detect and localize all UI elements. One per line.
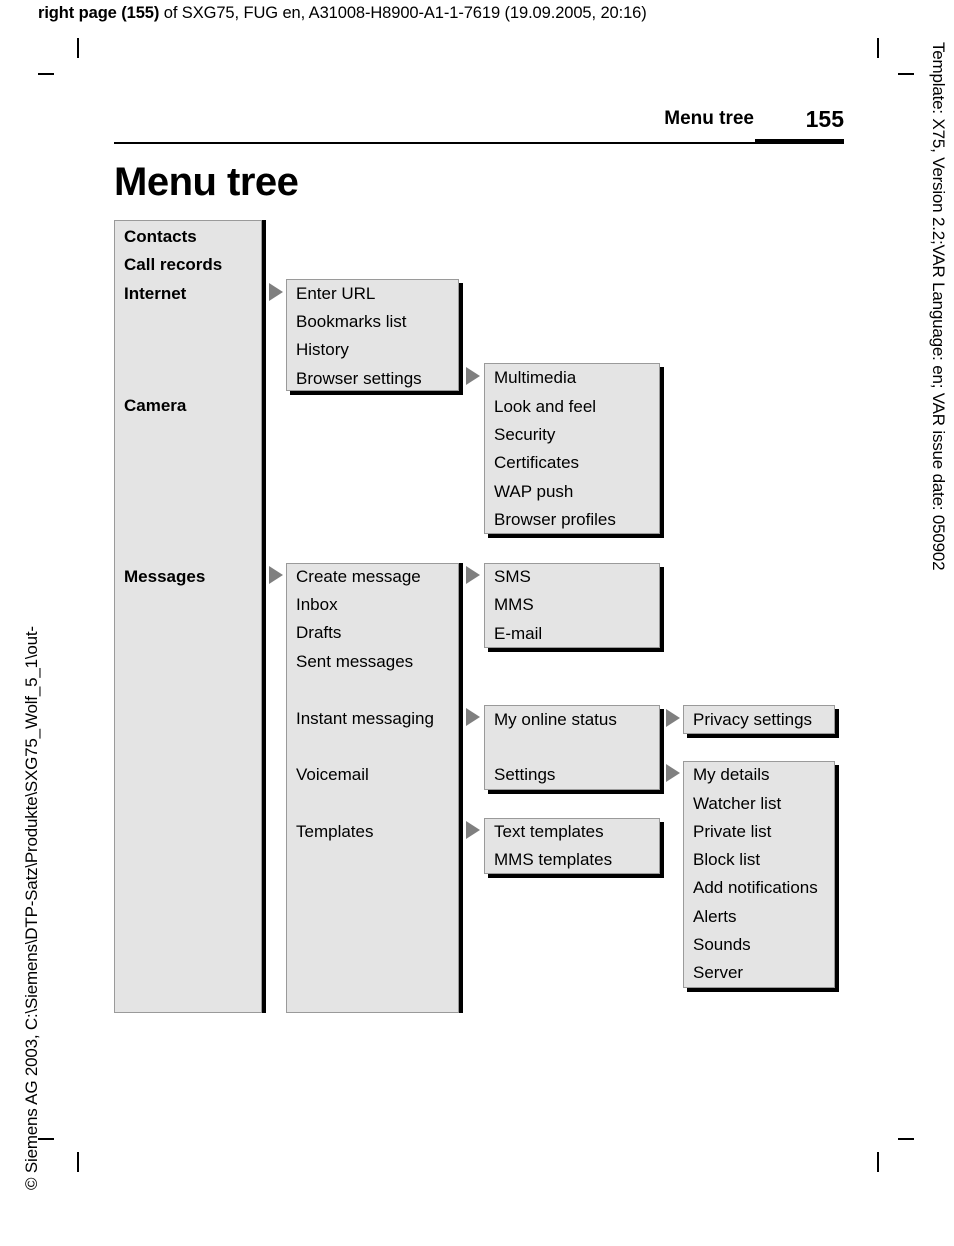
browser-setting-wap-push[interactable]: WAP push [494, 483, 573, 500]
messages-item-instant-messaging[interactable]: Instant messaging [296, 710, 434, 727]
messages-item-voicemail[interactable]: Voicemail [296, 766, 369, 783]
browser-setting-multimedia[interactable]: Multimedia [494, 369, 576, 386]
menu-item-messages[interactable]: Messages [124, 568, 205, 585]
arrow-messages-icon [269, 566, 283, 584]
template-item-mms-templates[interactable]: MMS templates [494, 851, 612, 868]
arrow-templates-icon [466, 821, 480, 839]
menu-item-camera[interactable]: Camera [124, 397, 186, 414]
arrow-instant-messaging-icon [466, 708, 480, 726]
internet-item-bookmarks-list[interactable]: Bookmarks list [296, 313, 407, 330]
im-setting-my-details[interactable]: My details [693, 766, 770, 783]
im-setting-alerts[interactable]: Alerts [693, 908, 736, 925]
internet-item-history[interactable]: History [296, 341, 349, 358]
im-setting-sounds[interactable]: Sounds [693, 936, 751, 953]
arrow-my-online-status-icon [666, 709, 680, 727]
messages-item-drafts[interactable]: Drafts [296, 624, 341, 641]
menu-tree-diagram: Contacts Call records Internet Camera Me… [0, 0, 954, 1246]
browser-setting-certificates[interactable]: Certificates [494, 454, 579, 471]
im-setting-private-list[interactable]: Private list [693, 823, 771, 840]
internet-item-enter-url[interactable]: Enter URL [296, 285, 375, 302]
menu-level1-box [114, 220, 262, 1013]
im-setting-watcher-list[interactable]: Watcher list [693, 795, 781, 812]
im-setting-server[interactable]: Server [693, 964, 743, 981]
im-item-settings[interactable]: Settings [494, 766, 555, 783]
im-item-my-online-status[interactable]: My online status [494, 711, 617, 728]
create-message-item-email[interactable]: E-mail [494, 625, 542, 642]
internet-item-browser-settings[interactable]: Browser settings [296, 370, 422, 387]
im-setting-block-list[interactable]: Block list [693, 851, 760, 868]
messages-item-templates[interactable]: Templates [296, 823, 373, 840]
arrow-browser-settings-icon [466, 367, 480, 385]
browser-setting-look-and-feel[interactable]: Look and feel [494, 398, 596, 415]
im-setting-add-notifications[interactable]: Add notifications [693, 879, 818, 896]
browser-settings-submenu-box [484, 363, 660, 534]
menu-item-contacts[interactable]: Contacts [124, 228, 197, 245]
browser-setting-security[interactable]: Security [494, 426, 555, 443]
arrow-im-settings-icon [666, 764, 680, 782]
create-message-item-sms[interactable]: SMS [494, 568, 531, 585]
messages-item-sent-messages[interactable]: Sent messages [296, 653, 413, 670]
template-item-text-templates[interactable]: Text templates [494, 823, 604, 840]
arrow-create-message-icon [466, 566, 480, 584]
browser-setting-browser-profiles[interactable]: Browser profiles [494, 511, 616, 528]
create-message-item-mms[interactable]: MMS [494, 596, 534, 613]
messages-item-create-message[interactable]: Create message [296, 568, 421, 585]
menu-item-call-records[interactable]: Call records [124, 256, 222, 273]
menu-item-internet[interactable]: Internet [124, 285, 186, 302]
privacy-item-privacy-settings[interactable]: Privacy settings [693, 711, 812, 728]
arrow-internet-icon [269, 283, 283, 301]
messages-item-inbox[interactable]: Inbox [296, 596, 338, 613]
